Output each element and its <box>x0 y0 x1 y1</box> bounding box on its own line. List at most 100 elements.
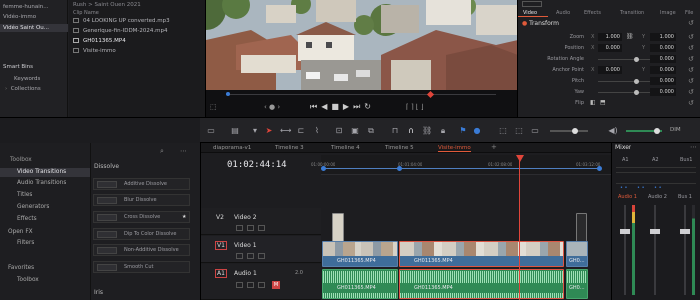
selection-tool-icon[interactable]: ➤ <box>264 126 274 136</box>
fader-handle[interactable] <box>620 229 630 234</box>
tab-file[interactable]: File <box>685 10 693 16</box>
transform-section[interactable]: ● Transform <box>522 20 559 27</box>
anchor-x-field[interactable]: 0.000 <box>598 66 622 74</box>
reset-icon[interactable]: ↺ <box>688 99 694 107</box>
marker-icon[interactable]: ● <box>472 126 482 136</box>
out-point-marker[interactable] <box>597 166 602 171</box>
a1-clip[interactable]: GH011365.MP4 <box>322 269 398 299</box>
bin-item[interactable]: Vidéo-immo <box>3 13 36 21</box>
v1-clip[interactable]: GH011365.MP4 <box>322 241 398 267</box>
v2-clip[interactable] <box>332 213 344 243</box>
transition-item[interactable]: Non-Additive Dissolve <box>93 244 190 256</box>
trim-tool-icon[interactable]: ⟷ <box>280 126 291 136</box>
in-out-range[interactable] <box>321 168 601 169</box>
jog-track[interactable] <box>226 94 496 95</box>
reset-icon[interactable]: ↺ <box>688 33 694 41</box>
blade-tool-icon[interactable]: ⌇ <box>312 126 322 136</box>
dropdown-icon[interactable]: ▾ <box>250 126 260 136</box>
rotation-field[interactable]: 0.000 <box>650 55 676 63</box>
transition-item[interactable]: Dip To Color Dissolve <box>93 228 190 240</box>
zoom-slider[interactable] <box>550 130 588 132</box>
playhead-marker[interactable] <box>426 90 435 99</box>
insert-icon[interactable]: ⊡ <box>334 126 344 136</box>
section-generators[interactable]: Generators <box>17 203 49 212</box>
pitch-handle[interactable] <box>634 79 639 84</box>
fader-handle[interactable] <box>680 229 690 234</box>
add-tab-icon[interactable]: + <box>491 143 497 151</box>
pitch-field[interactable]: 0.000 <box>650 77 676 85</box>
zoom-custom-icon[interactable]: ▭ <box>530 126 540 136</box>
more-options-icon[interactable]: ⋯ <box>690 143 697 151</box>
fader-track[interactable] <box>684 205 686 295</box>
fader-handle[interactable] <box>650 229 660 234</box>
effects-row[interactable] <box>616 178 696 184</box>
speaker-icon[interactable]: ◀︎) <box>608 126 618 136</box>
yaw-handle[interactable] <box>634 90 639 95</box>
lock-icon[interactable] <box>236 282 243 288</box>
playhead[interactable] <box>519 155 520 300</box>
section-toolbox[interactable]: Toolbox <box>10 156 32 165</box>
track-enable-icon[interactable] <box>258 253 265 259</box>
layout-icon[interactable]: ▭ <box>206 126 216 136</box>
dynamic-trim-icon[interactable]: ⊏ <box>296 126 306 136</box>
tab-effects[interactable]: Effects <box>584 10 601 16</box>
auto-select-icon[interactable] <box>247 282 254 288</box>
section-audio-transitions[interactable]: Audio Transitions <box>17 179 66 188</box>
section-filters[interactable]: Filters <box>17 239 34 248</box>
tab-timeline[interactable]: diaporama-v1 <box>213 144 251 152</box>
input-row[interactable] <box>616 167 696 173</box>
magnet-icon[interactable]: ∩ <box>406 126 416 136</box>
list-item[interactable]: 04 LOOKING UP converted.mp3 <box>73 17 170 25</box>
link-icon[interactable]: ⛓ <box>626 33 634 40</box>
zoom-fit-icon[interactable]: ⬚ <box>498 126 508 136</box>
go-to-start-icon[interactable]: ⏮ <box>310 102 321 111</box>
tab-image[interactable]: Image <box>660 10 676 16</box>
track-enable-icon[interactable] <box>258 225 265 231</box>
lock-icon[interactable] <box>236 225 243 231</box>
smart-bin-item[interactable]: Keywords <box>14 75 40 83</box>
snapping-icon[interactable]: ⊓ <box>390 126 400 136</box>
fader-track[interactable] <box>624 205 626 295</box>
section-titles[interactable]: Titles <box>17 191 32 200</box>
zoom-handle[interactable] <box>572 128 578 134</box>
rotation-handle[interactable] <box>634 57 639 62</box>
reset-icon[interactable]: ↺ <box>688 19 694 27</box>
position-y-field[interactable]: 0.000 <box>650 44 676 52</box>
overwrite-icon[interactable]: ▣ <box>350 126 360 136</box>
video-tab-icon[interactable] <box>522 1 542 7</box>
transition-item[interactable]: Cross Dissolve ★ <box>93 211 190 223</box>
lock-icon[interactable] <box>236 253 243 259</box>
v1-clip[interactable]: GH0... <box>566 241 588 267</box>
viewer-frame[interactable] <box>206 0 518 90</box>
section-open-fx[interactable]: Open FX <box>8 228 33 237</box>
section-video-transitions[interactable]: Video Transitions <box>0 168 90 177</box>
yaw-field[interactable]: 0.000 <box>650 88 676 96</box>
mark-in-out-icon[interactable]: ⌈ ⌉ ⌊ ⌋ <box>406 103 424 111</box>
timeline-ruler[interactable] <box>321 155 612 175</box>
pan-dots[interactable]: • • • • • • <box>620 185 662 191</box>
bin-item-selected[interactable]: Vidéo Saint Ou... <box>0 24 68 32</box>
reset-icon[interactable]: ↺ <box>688 77 694 85</box>
a1-clip[interactable]: GH0... <box>566 269 588 299</box>
in-marker[interactable] <box>226 92 230 96</box>
position-lock-icon[interactable]: 🔒︎ <box>438 126 448 136</box>
zoom-y-field[interactable]: 1.000 <box>650 33 676 41</box>
tab-transition[interactable]: Transition <box>620 10 644 16</box>
a1-clip-selected[interactable]: GH011365.MP4 <box>399 269 564 299</box>
v2-clip[interactable] <box>576 213 587 243</box>
favorite-item[interactable]: Toolbox <box>17 276 39 285</box>
flag-icon[interactable]: ⚑ <box>458 126 468 136</box>
list-item[interactable]: Visite-immo <box>73 47 116 55</box>
auto-select-icon[interactable] <box>247 253 254 259</box>
enable-dot-icon[interactable]: ● <box>522 20 527 27</box>
tab-timeline[interactable]: Timeline 5 <box>385 144 414 152</box>
flip-horizontal-icon[interactable]: ◧ <box>590 99 596 106</box>
smart-bin-item[interactable]: › Collections <box>5 85 41 93</box>
stop-icon[interactable]: ■ <box>331 102 343 111</box>
zoom-detail-icon[interactable]: ⬚ <box>514 126 524 136</box>
auto-select-icon[interactable] <box>247 225 254 231</box>
favorites-title[interactable]: Favorites <box>8 264 34 273</box>
v1-clip-selected[interactable]: GH011365.MP4 <box>399 241 564 267</box>
playhead-handle[interactable] <box>516 155 524 162</box>
marker[interactable] <box>397 166 402 171</box>
